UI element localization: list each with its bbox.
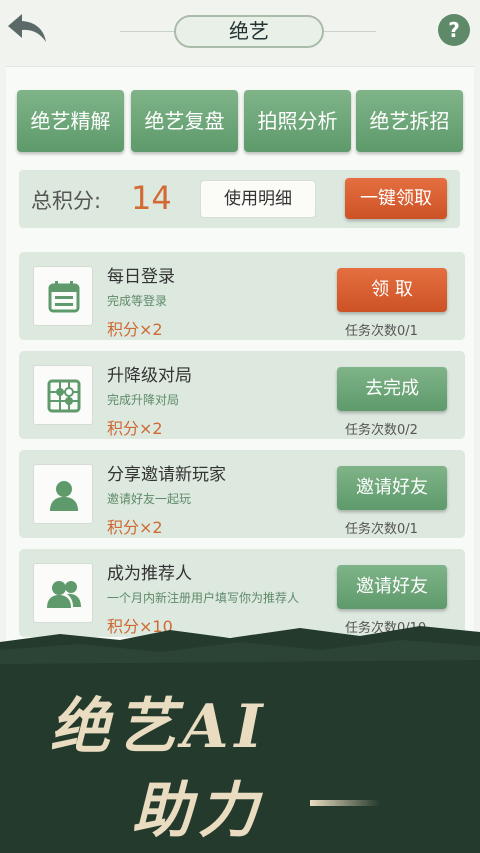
feature-button-jingjie[interactable]: 绝艺精解 <box>17 90 124 152</box>
task-card-rank-match: 升降级对局 完成升降对局 积分×2 去完成 任务次数0/2 <box>19 351 465 439</box>
task-title: 分享邀请新玩家 <box>107 465 226 485</box>
task-title: 升降级对局 <box>107 366 192 386</box>
go-board-icon <box>47 379 81 413</box>
task-title: 每日登录 <box>107 267 175 287</box>
task-description: 邀请好友一起玩 <box>107 492 192 506</box>
task-icon-box <box>33 563 93 623</box>
task-count: 任务次数0/1 <box>345 522 418 537</box>
task-icon-box <box>33 464 93 524</box>
task-description: 完成等登录 <box>107 294 168 308</box>
feature-button-fupan[interactable]: 绝艺复盘 <box>131 90 238 152</box>
invite-friend-button[interactable]: 邀请好友 <box>337 466 447 510</box>
task-card-daily-login: 每日登录 完成等登录 积分×2 领 取 任务次数0/1 <box>19 252 465 340</box>
question-mark-icon: ? <box>448 18 460 42</box>
go-complete-button[interactable]: 去完成 <box>337 367 447 411</box>
task-description: 完成升降对局 <box>107 393 180 407</box>
invite-friend-button[interactable]: 邀请好友 <box>337 565 447 609</box>
task-points: 积分×2 <box>107 320 163 339</box>
feature-button-chaizhao[interactable]: 绝艺拆招 <box>356 90 463 152</box>
user-icon <box>50 481 78 511</box>
page-title: 绝艺 <box>174 15 324 48</box>
banner-text-line1: 绝艺AI <box>50 692 269 762</box>
score-bar: 总积分: 14 使用明细 一键领取 <box>19 170 460 228</box>
task-count: 任务次数0/2 <box>345 423 418 438</box>
task-points: 积分×2 <box>107 419 163 438</box>
header-bar: 绝艺 ? <box>0 0 480 62</box>
claim-button[interactable]: 领 取 <box>337 268 447 312</box>
back-arrow-icon <box>8 14 46 42</box>
task-card-share-invite: 分享邀请新玩家 邀请好友一起玩 积分×2 邀请好友 任务次数0/1 <box>19 450 465 538</box>
task-title: 成为推荐人 <box>107 564 192 584</box>
users-icon <box>47 581 81 608</box>
task-description: 一个月内新注册用户填写你为推荐人 <box>107 591 300 605</box>
claim-all-button[interactable]: 一键领取 <box>345 178 447 219</box>
back-button[interactable] <box>6 10 50 46</box>
usage-detail-button[interactable]: 使用明细 <box>200 180 316 218</box>
task-icon-box <box>33 365 93 425</box>
banner-text-line2: 助力 <box>132 776 264 846</box>
task-points: 积分×2 <box>107 518 163 537</box>
task-count: 任务次数0/1 <box>345 324 418 339</box>
promo-banner: 绝艺AI 助力 <box>0 620 480 853</box>
help-button[interactable]: ? <box>438 14 470 46</box>
task-icon-box <box>33 266 93 326</box>
brush-stroke <box>310 800 380 806</box>
score-label: 总积分: <box>31 189 102 213</box>
title-divider-left <box>120 31 174 32</box>
title-divider-right <box>324 31 376 32</box>
feature-button-photo-analysis[interactable]: 拍照分析 <box>244 90 351 152</box>
calendar-icon <box>48 281 80 313</box>
score-value: 14 <box>131 179 172 217</box>
